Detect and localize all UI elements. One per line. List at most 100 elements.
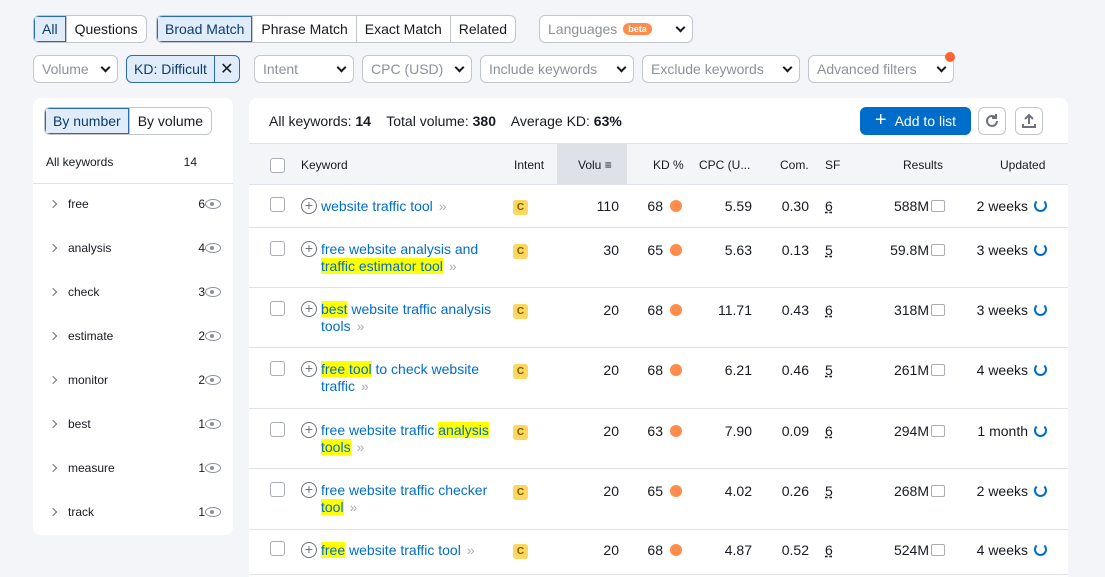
keyword-group-item[interactable]: best 1 [33,402,233,446]
tab-exact-match[interactable]: Exact Match [357,16,451,42]
refresh-icon[interactable] [1034,543,1047,556]
kd-filter-chip[interactable]: KD: Difficult ✕ [126,55,240,83]
double-chevron-right-icon[interactable]: » [439,198,447,214]
eye-icon[interactable] [205,331,221,341]
tab-broad-match[interactable]: Broad Match [157,16,254,42]
sf-cell[interactable]: 6 [825,302,833,318]
tab-related[interactable]: Related [451,16,515,42]
chevron-right-icon[interactable] [48,287,58,297]
cpc-filter[interactable]: CPC (USD) [362,55,472,83]
double-chevron-right-icon[interactable]: » [361,378,369,394]
volume-filter[interactable]: Volume [33,55,118,83]
close-icon[interactable]: ✕ [215,56,239,82]
refresh-icon[interactable] [1034,363,1047,376]
col-kd[interactable]: KD % [653,158,684,172]
languages-dropdown[interactable]: Languages beta [539,15,693,43]
chevron-right-icon[interactable] [48,419,58,429]
eye-icon[interactable] [205,507,221,517]
keyword-group-item[interactable]: analysis 4 [33,226,233,270]
row-checkbox[interactable] [270,361,285,376]
serp-icon[interactable] [931,364,945,376]
col-sf[interactable]: SF [825,158,840,172]
col-keyword[interactable]: Keyword [301,158,348,172]
row-checkbox[interactable] [270,422,285,437]
row-checkbox[interactable] [270,482,285,497]
keyword-group-item[interactable]: free 6 [33,182,233,226]
eye-icon[interactable] [205,199,221,209]
chevron-right-icon[interactable] [48,463,58,473]
exclude-keywords-filter[interactable]: Exclude keywords [642,55,800,83]
refresh-button[interactable] [978,107,1006,135]
keyword-link[interactable]: best website traffic analysis tools» [321,301,501,335]
by-number-button[interactable]: By number [45,108,130,134]
refresh-icon[interactable] [1034,243,1047,256]
add-keyword-icon[interactable]: + [301,422,317,438]
serp-icon[interactable] [931,244,945,256]
keyword-link[interactable]: free website traffic tool » [321,542,501,559]
add-keyword-icon[interactable]: + [301,482,317,498]
keyword-link[interactable]: free website traffic analysis tools» [321,422,501,456]
row-checkbox[interactable] [270,541,285,556]
chevron-right-icon[interactable] [48,375,58,385]
advanced-filters[interactable]: Advanced filters [808,55,954,83]
all-keywords-row[interactable]: All keywords 14 [33,140,233,184]
tab-all[interactable]: All [34,16,67,42]
add-keyword-icon[interactable]: + [301,542,317,558]
by-volume-button[interactable]: By volume [130,108,211,134]
chevron-right-icon[interactable] [48,507,58,517]
serp-icon[interactable] [931,304,945,316]
keyword-group-item[interactable]: measure 1 [33,446,233,490]
eye-icon[interactable] [205,463,221,473]
keyword-link[interactable]: website traffic tool » [321,198,501,215]
refresh-icon[interactable] [1034,484,1047,497]
chevron-right-icon[interactable] [48,199,58,209]
double-chevron-right-icon[interactable]: » [350,499,358,515]
intent-filter[interactable]: Intent [254,55,354,83]
add-to-list-button[interactable]: + Add to list [860,107,971,135]
col-intent[interactable]: Intent [514,158,544,172]
refresh-icon[interactable] [1034,199,1047,212]
sf-cell[interactable]: 6 [825,542,833,558]
add-keyword-icon[interactable]: + [301,241,317,257]
row-checkbox[interactable] [270,197,285,212]
col-updated[interactable]: Updated [1000,158,1045,172]
add-keyword-icon[interactable]: + [301,361,317,377]
sf-cell[interactable]: 6 [825,423,833,439]
eye-icon[interactable] [205,243,221,253]
double-chevron-right-icon[interactable]: » [357,318,365,334]
chevron-right-icon[interactable] [48,243,58,253]
eye-icon[interactable] [205,419,221,429]
double-chevron-right-icon[interactable]: » [357,439,365,455]
serp-icon[interactable] [931,485,945,497]
keyword-link[interactable]: free website analysis and traffic estima… [321,241,501,275]
tab-phrase-match[interactable]: Phrase Match [253,16,357,42]
serp-icon[interactable] [931,544,945,556]
double-chevron-right-icon[interactable]: » [449,258,457,274]
chevron-right-icon[interactable] [48,331,58,341]
refresh-icon[interactable] [1034,424,1047,437]
export-button[interactable] [1015,107,1043,135]
double-chevron-right-icon[interactable]: » [467,542,475,558]
col-results[interactable]: Results [903,158,943,172]
sf-cell[interactable]: 5 [825,483,833,499]
include-keywords-filter[interactable]: Include keywords [480,55,634,83]
sf-cell[interactable]: 5 [825,242,833,258]
refresh-icon[interactable] [1034,303,1047,316]
eye-icon[interactable] [205,375,221,385]
add-keyword-icon[interactable]: + [301,198,317,214]
eye-icon[interactable] [205,287,221,297]
serp-icon[interactable] [931,200,945,212]
keyword-group-item[interactable]: monitor 2 [33,358,233,402]
keyword-group-item[interactable]: check 3 [33,270,233,314]
keyword-link[interactable]: free tool to check website traffic» [321,361,501,395]
tab-questions[interactable]: Questions [67,16,146,42]
col-cpc[interactable]: CPC (U... [699,158,750,172]
keyword-group-item[interactable]: estimate 2 [33,314,233,358]
keyword-link[interactable]: free website traffic checker tool » [321,482,501,516]
sf-cell[interactable]: 6 [825,198,833,214]
row-checkbox[interactable] [270,301,285,316]
row-checkbox[interactable] [270,241,285,256]
keyword-group-item[interactable]: track 1 [33,490,233,534]
select-all-checkbox[interactable] [270,158,285,173]
sf-cell[interactable]: 5 [825,362,833,378]
